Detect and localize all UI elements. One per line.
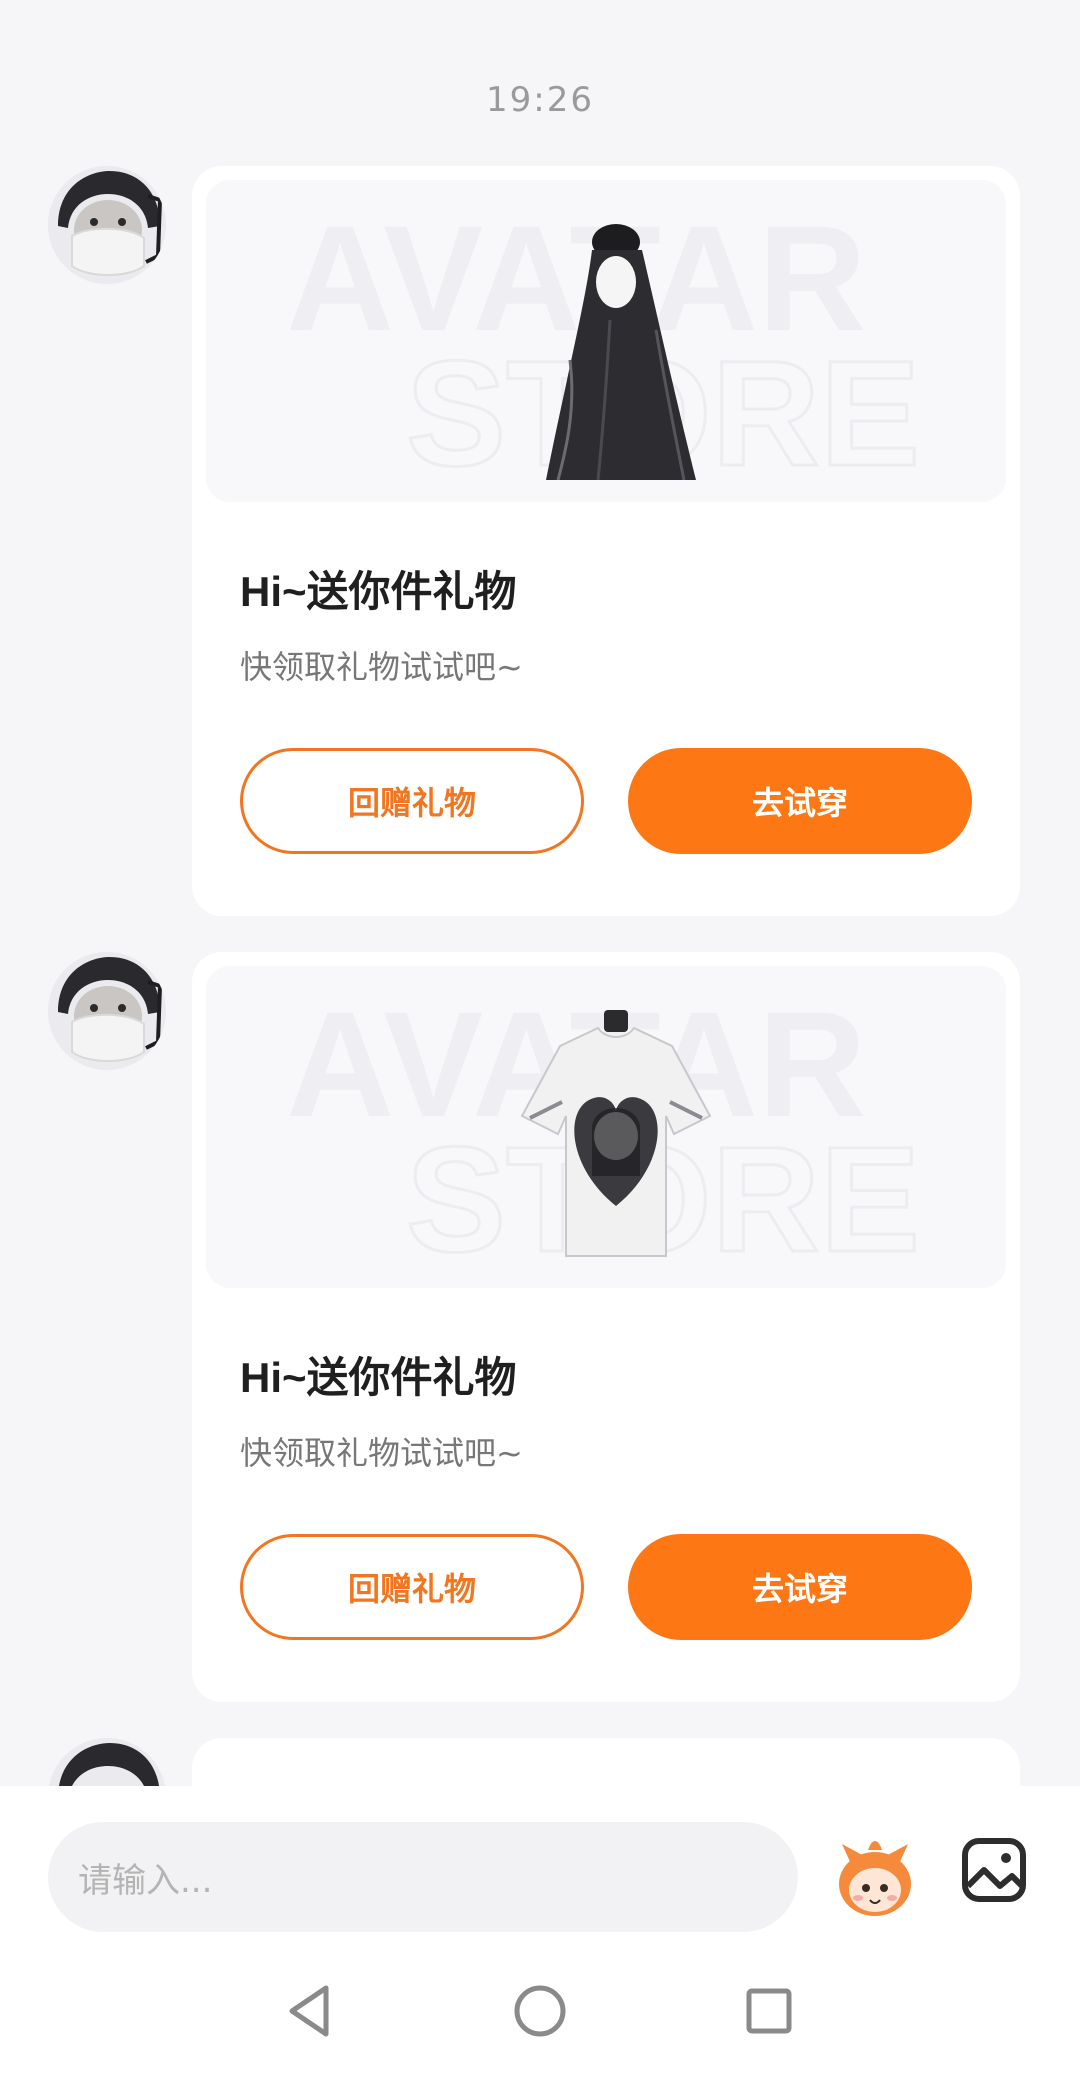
chat-feed[interactable]: 19:26 AVATAR STORE	[0, 0, 1080, 1786]
image-picker-icon[interactable]	[960, 1836, 1028, 1904]
back-icon[interactable]	[264, 1966, 354, 2056]
return-gift-button[interactable]: 回赠礼物	[240, 1534, 584, 1640]
message-composer: 请输入...	[0, 1786, 1080, 1936]
try-on-button[interactable]: 去试穿	[628, 1534, 972, 1640]
system-nav-bar	[0, 1936, 1080, 2088]
gift-subtitle: 快领取礼物试试吧~	[240, 1434, 523, 1472]
sender-avatar[interactable]	[48, 952, 166, 1070]
message-input[interactable]: 请输入...	[48, 1822, 798, 1932]
sender-avatar[interactable]	[48, 166, 166, 284]
tshirt-item-icon	[520, 1010, 712, 1257]
item-preview: AVATAR STORE	[206, 180, 1006, 502]
try-on-button[interactable]: 去试穿	[628, 748, 972, 854]
gift-card: AVATAR STORE Hi~送你件礼物 快领取礼物试试吧~ 回赠礼物 去试穿	[192, 952, 1020, 1702]
item-preview: AVATAR STORE	[206, 966, 1006, 1288]
sender-avatar[interactable]	[48, 1738, 166, 1786]
home-icon[interactable]	[495, 1966, 585, 2056]
gift-card	[192, 1738, 1020, 1786]
gift-card: AVATAR STORE Hi~送你件礼物 快领取礼物试试吧~ 回赠礼物 去试穿	[192, 166, 1020, 916]
mascot-emoji-icon[interactable]	[832, 1836, 918, 1922]
gift-title: Hi~送你件礼物	[240, 1354, 517, 1401]
gift-subtitle: 快领取礼物试试吧~	[240, 648, 523, 686]
message-timestamp: 19:26	[486, 80, 594, 120]
recents-icon[interactable]	[724, 1966, 814, 2056]
return-gift-button[interactable]: 回赠礼物	[240, 748, 584, 854]
hair-item-icon	[546, 224, 696, 480]
gift-title: Hi~送你件礼物	[240, 568, 517, 615]
